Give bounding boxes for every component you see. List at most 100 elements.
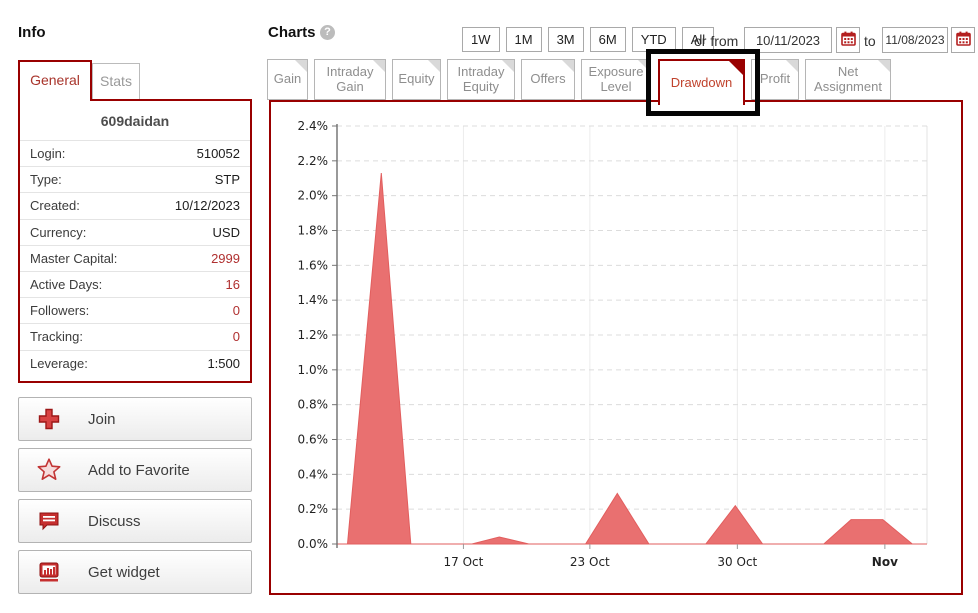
svg-text:1.2%: 1.2% — [298, 328, 329, 342]
tab-label: Drawdown — [671, 76, 732, 91]
row-value: 0 — [233, 329, 240, 344]
row-label: Tracking: — [30, 329, 83, 344]
tab-fold-corner-icon — [786, 60, 798, 72]
tab-label: Offers — [530, 72, 565, 87]
row-label: Leverage: — [30, 356, 88, 371]
svg-text:1.8%: 1.8% — [298, 224, 329, 238]
svg-text:0.2%: 0.2% — [298, 502, 329, 516]
period-button-6m[interactable]: 6M — [590, 27, 626, 52]
svg-text:30 Oct: 30 Oct — [717, 555, 757, 569]
chart-tab-offers[interactable]: Offers — [521, 59, 575, 100]
row-label: Master Capital: — [30, 251, 117, 266]
charts-heading: Charts — [268, 24, 316, 41]
tab-label: Equity — [398, 72, 434, 87]
drawdown-area-series — [337, 173, 927, 544]
row-label: Created: — [30, 198, 80, 213]
period-button-1w[interactable]: 1W — [462, 27, 500, 52]
info-row-leverage: Leverage: 1:500 — [20, 350, 250, 376]
calendar-to-button[interactable] — [951, 27, 975, 53]
svg-text:0.0%: 0.0% — [298, 537, 329, 551]
row-value: 16 — [226, 277, 240, 292]
row-label: Followers: — [30, 303, 89, 318]
calendar-from-button[interactable] — [836, 27, 860, 53]
get-widget-button[interactable]: Get widget — [18, 550, 252, 594]
button-label: Discuss — [88, 513, 141, 530]
svg-text:2.4%: 2.4% — [298, 119, 329, 133]
info-heading: Info — [18, 24, 46, 41]
row-value: USD — [213, 225, 240, 240]
plus-icon — [36, 406, 62, 432]
info-row-created: Created: 10/12/2023 — [20, 192, 250, 218]
svg-text:0.4%: 0.4% — [298, 467, 329, 481]
button-label: Get widget — [88, 564, 160, 581]
help-icon[interactable]: ? — [320, 25, 335, 40]
svg-text:2.2%: 2.2% — [298, 154, 329, 168]
info-row-tracking: Tracking: 0 — [20, 323, 250, 349]
row-value: 2999 — [211, 251, 240, 266]
chart-tab-drawdown[interactable]: Drawdown — [658, 59, 745, 105]
info-row-currency: Currency: USD — [20, 219, 250, 245]
button-label: Add to Favorite — [88, 462, 190, 479]
tab-fold-corner-icon — [729, 61, 743, 75]
info-row-followers: Followers: 0 — [20, 297, 250, 323]
row-value: 1:500 — [207, 356, 240, 371]
row-value: 510052 — [197, 146, 240, 161]
period-button-row: 1W 1M 3M 6M YTD All — [462, 27, 714, 52]
star-icon — [36, 457, 62, 483]
row-label: Type: — [30, 172, 62, 187]
period-button-3m[interactable]: 3M — [548, 27, 584, 52]
row-value: 0 — [233, 303, 240, 318]
date-to-input[interactable] — [882, 27, 948, 53]
row-value: STP — [215, 172, 240, 187]
add-to-favorite-button[interactable]: Add to Favorite — [18, 448, 252, 492]
period-button-1m[interactable]: 1M — [506, 27, 542, 52]
info-row-type: Type: STP — [20, 166, 250, 192]
tab-fold-corner-icon — [638, 60, 650, 72]
date-from-input[interactable] — [744, 27, 832, 53]
svg-text:17 Oct: 17 Oct — [444, 555, 484, 569]
page: Info General Stats 609daidan Login: 5100… — [0, 0, 978, 613]
chart-tab-intraday-gain[interactable]: Intraday Gain — [314, 59, 386, 100]
account-info-panel: 609daidan Login: 510052 Type: STP Create… — [18, 99, 252, 383]
drawdown-chart-panel: 2.4%2.2%2.0%1.8%1.6%1.4%1.2%1.0%0.8%0.6%… — [269, 100, 963, 595]
calendar-icon — [841, 31, 856, 49]
row-value: 10/12/2023 — [175, 198, 240, 213]
tab-fold-corner-icon — [878, 60, 890, 72]
row-label: Currency: — [30, 225, 86, 240]
chart-tab-net-assignment[interactable]: Net Assignment — [805, 59, 891, 100]
calendar-icon — [956, 31, 971, 49]
chart-tab-equity[interactable]: Equity — [392, 59, 441, 100]
chart-tab-exposure-level[interactable]: Exposure Level — [581, 59, 651, 100]
widget-chart-icon — [36, 559, 62, 585]
svg-text:1.6%: 1.6% — [298, 258, 329, 272]
info-row-active-days: Active Days: 16 — [20, 271, 250, 297]
join-button[interactable]: Join — [18, 397, 252, 441]
tab-fold-corner-icon — [502, 60, 514, 72]
tab-fold-corner-icon — [295, 60, 307, 72]
info-row-master-capital: Master Capital: 2999 — [20, 245, 250, 271]
tab-fold-corner-icon — [562, 60, 574, 72]
tab-general[interactable]: General — [18, 60, 92, 101]
drawdown-area-chart: 2.4%2.2%2.0%1.8%1.6%1.4%1.2%1.0%0.8%0.6%… — [271, 102, 961, 593]
svg-text:23 Oct: 23 Oct — [570, 555, 610, 569]
svg-text:2.0%: 2.0% — [298, 189, 329, 203]
period-button-ytd[interactable]: YTD — [632, 27, 676, 52]
tab-stats[interactable]: Stats — [92, 63, 140, 100]
svg-text:0.6%: 0.6% — [298, 433, 329, 447]
account-name: 609daidan — [20, 101, 250, 140]
button-label: Join — [88, 411, 116, 428]
chart-tab-profit[interactable]: Profit — [751, 59, 799, 100]
discuss-button[interactable]: Discuss — [18, 499, 252, 543]
svg-text:1.0%: 1.0% — [298, 363, 329, 377]
chart-tab-intraday-equity[interactable]: Intraday Equity — [447, 59, 515, 100]
tab-label: Gain — [274, 72, 301, 87]
chart-tab-gain[interactable]: Gain — [267, 59, 308, 100]
row-label: Login: — [30, 146, 65, 161]
info-row-login: Login: 510052 — [20, 140, 250, 166]
row-label: Active Days: — [30, 277, 102, 292]
tab-fold-corner-icon — [373, 60, 385, 72]
to-label: to — [864, 33, 876, 49]
svg-text:Nov: Nov — [872, 555, 898, 569]
speech-bubble-icon — [36, 508, 62, 534]
tab-fold-corner-icon — [428, 60, 440, 72]
